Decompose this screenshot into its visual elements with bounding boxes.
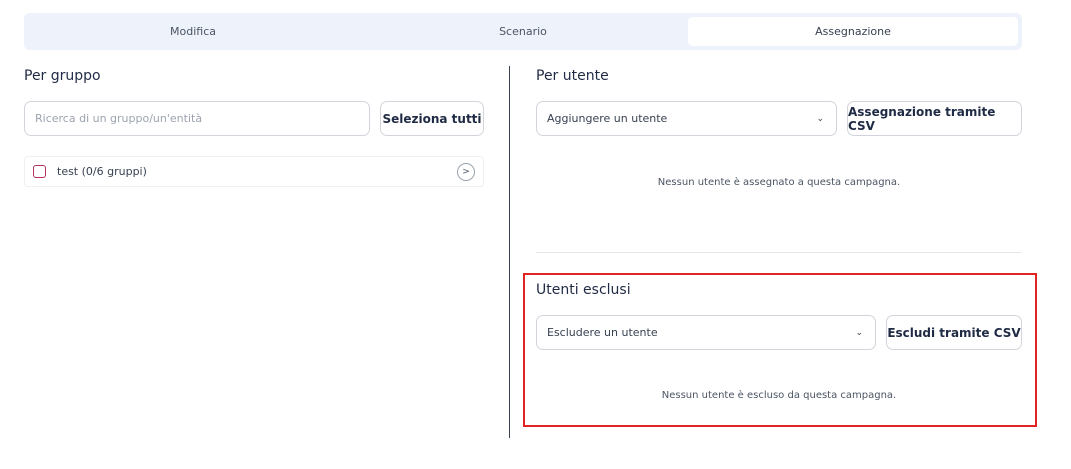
column-divider <box>509 66 510 438</box>
no-assigned-users-message: Nessun utente è assegnato a questa campa… <box>657 177 901 188</box>
assign-csv-button[interactable]: Assegnazione tramite CSV <box>847 101 1022 136</box>
tab-assegnazione[interactable]: Assegnazione <box>688 17 1018 46</box>
per-utente-title: Per utente <box>536 68 609 84</box>
select-all-button[interactable]: Seleziona tutti <box>380 101 484 136</box>
group-label: test (0/6 gruppi) <box>57 165 147 178</box>
group-checkbox[interactable] <box>33 165 46 178</box>
excluded-users-highlight <box>523 273 1037 427</box>
per-gruppo-title: Per gruppo <box>24 68 101 84</box>
chevron-down-icon: ⌄ <box>816 113 824 124</box>
list-item[interactable]: test (0/6 gruppi) > <box>24 156 484 187</box>
add-user-select[interactable]: Aggiungere un utente ⌄ <box>536 101 837 136</box>
chevron-right-icon[interactable]: > <box>457 162 475 181</box>
group-search-input[interactable] <box>24 101 370 136</box>
section-divider <box>536 252 1022 253</box>
add-user-select-value: Aggiungere un utente <box>547 112 668 125</box>
tab-modifica[interactable]: Modifica <box>28 17 358 46</box>
tab-scenario[interactable]: Scenario <box>358 17 688 46</box>
tab-bar: Modifica Scenario Assegnazione <box>24 13 1022 50</box>
